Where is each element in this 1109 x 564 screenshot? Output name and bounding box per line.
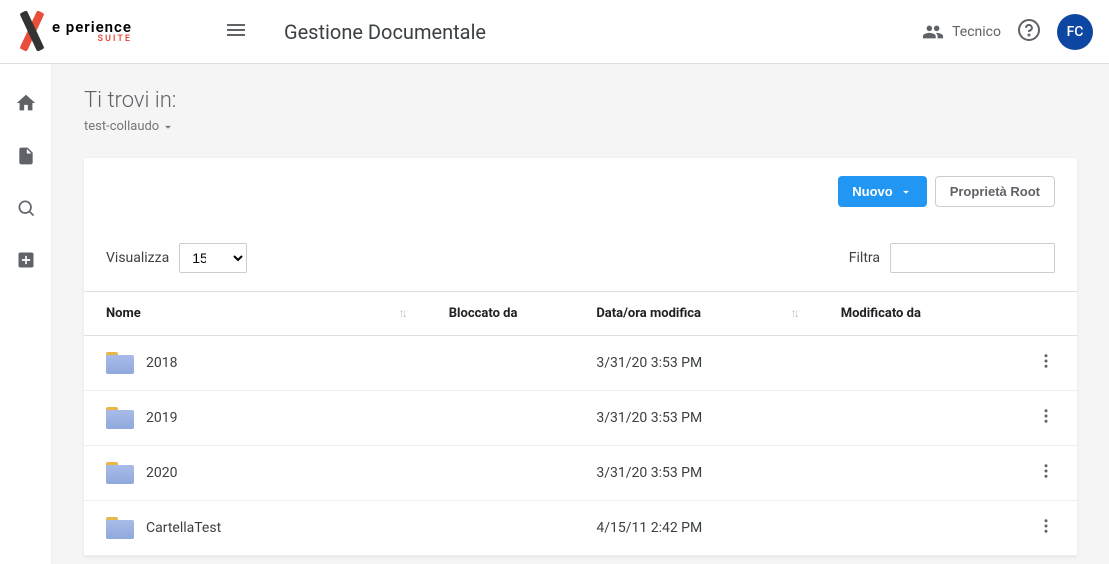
app-title: Gestione Documentale	[284, 20, 486, 44]
home-icon	[15, 92, 37, 114]
breadcrumb-path[interactable]: test-collaudo	[84, 119, 1077, 134]
user-role[interactable]: Tecnico	[922, 21, 1001, 43]
table-row[interactable]: 2020 3/31/20 3:53 PM	[84, 446, 1077, 501]
app-logo[interactable]: e perience SUITE	[16, 12, 132, 52]
more-vert-icon	[1037, 352, 1055, 370]
search-icon	[16, 198, 36, 218]
page-size-label: Visualizza	[106, 250, 169, 266]
more-vert-icon	[1037, 517, 1055, 535]
folder-icon	[106, 462, 134, 484]
row-modified-by	[819, 336, 1015, 391]
row-locked-by	[427, 336, 575, 391]
col-header-name[interactable]: Nome ↑↓	[84, 292, 427, 336]
people-icon	[922, 21, 944, 43]
avatar-initials: FC	[1067, 24, 1084, 40]
root-properties-label: Proprietà Root	[950, 184, 1040, 199]
menu-icon[interactable]	[216, 10, 256, 54]
row-actions-icon[interactable]	[1037, 413, 1055, 429]
filter-input[interactable]	[890, 243, 1055, 273]
sidebar-home[interactable]	[15, 92, 37, 118]
folder-table: Nome ↑↓ Bloccato da Data/ora modifica ↑↓…	[84, 291, 1077, 556]
sidebar-documents[interactable]	[16, 146, 36, 170]
row-actions-icon[interactable]	[1037, 523, 1055, 539]
row-locked-by	[427, 446, 575, 501]
folder-icon	[106, 517, 134, 539]
file-icon	[16, 146, 36, 166]
content-card: Nuovo Proprietà Root Visualizza 15 Filtr…	[84, 158, 1077, 556]
user-avatar[interactable]: FC	[1057, 14, 1093, 50]
sidebar-add[interactable]	[16, 250, 36, 274]
add-box-icon	[16, 250, 36, 270]
row-actions-icon[interactable]	[1037, 468, 1055, 484]
row-modified-at: 3/31/20 3:53 PM	[574, 391, 818, 446]
row-modified-by	[819, 391, 1015, 446]
table-row[interactable]: 2019 3/31/20 3:53 PM	[84, 391, 1077, 446]
row-modified-at: 4/15/11 2:42 PM	[574, 501, 818, 556]
row-name: 2020	[146, 465, 177, 481]
folder-icon	[106, 407, 134, 429]
col-header-modified-at[interactable]: Data/ora modifica ↑↓	[574, 292, 818, 336]
new-button-label: Nuovo	[852, 184, 892, 199]
sidebar-search[interactable]	[16, 198, 36, 222]
col-header-modified-by[interactable]: Modificato da	[819, 292, 1015, 336]
row-modified-by	[819, 446, 1015, 501]
new-button[interactable]: Nuovo	[838, 176, 926, 207]
app-header: e perience SUITE Gestione Documentale Te…	[0, 0, 1109, 64]
row-name: 2019	[146, 410, 177, 426]
col-header-locked[interactable]: Bloccato da	[427, 292, 575, 336]
folder-icon	[106, 352, 134, 374]
help-icon[interactable]	[1017, 18, 1041, 46]
table-row[interactable]: 2018 3/31/20 3:53 PM	[84, 336, 1077, 391]
row-locked-by	[427, 501, 575, 556]
user-role-label: Tecnico	[952, 24, 1001, 40]
row-modified-at: 3/31/20 3:53 PM	[574, 446, 818, 501]
breadcrumb-path-label: test-collaudo	[84, 119, 159, 134]
more-vert-icon	[1037, 462, 1055, 480]
more-vert-icon	[1037, 407, 1055, 425]
sort-icon: ↑↓	[791, 306, 797, 320]
row-locked-by	[427, 391, 575, 446]
sort-icon: ↑↓	[399, 306, 405, 320]
chevron-down-icon	[899, 185, 913, 199]
root-properties-button[interactable]: Proprietà Root	[935, 176, 1055, 207]
filter-label: Filtra	[849, 250, 880, 266]
table-row[interactable]: CartellaTest 4/15/11 2:42 PM	[84, 501, 1077, 556]
row-name: CartellaTest	[146, 520, 221, 536]
row-modified-at: 3/31/20 3:53 PM	[574, 336, 818, 391]
page-size-select[interactable]: 15	[179, 243, 247, 273]
sidebar	[0, 64, 52, 564]
row-modified-by	[819, 501, 1015, 556]
row-name: 2018	[146, 355, 177, 371]
breadcrumb-title: Ti trovi in:	[84, 88, 1077, 113]
row-actions-icon[interactable]	[1037, 358, 1055, 374]
chevron-down-icon	[161, 120, 175, 134]
